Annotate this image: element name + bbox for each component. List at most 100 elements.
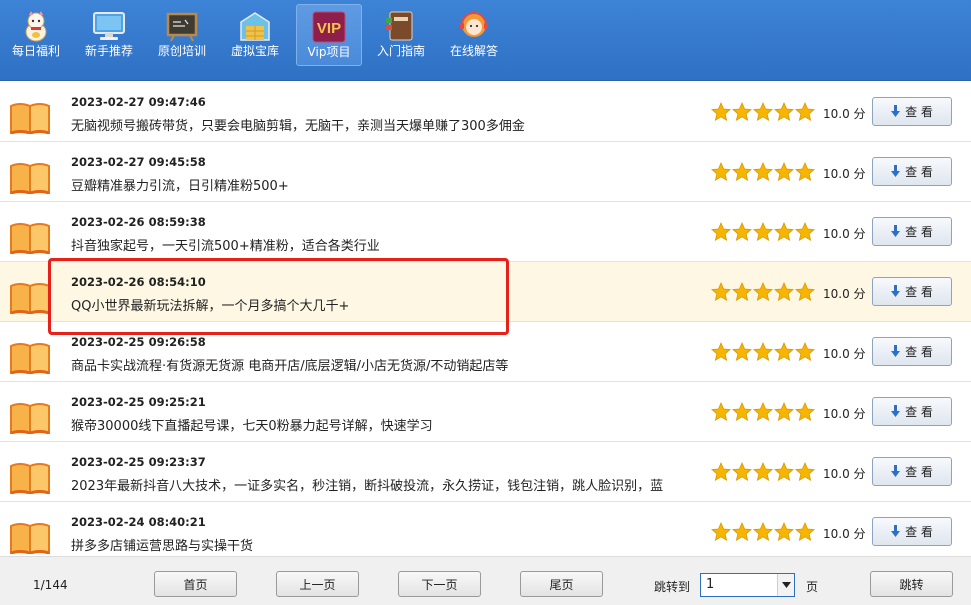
dropdown-button[interactable] [777,574,794,596]
nav-item-beginner[interactable]: 新手推荐 [76,4,142,66]
nav-label: 每日福利 [11,44,60,58]
view-button[interactable]: 查 看 [872,457,952,486]
vip-icon: VIP [312,11,346,43]
star-icon [711,101,731,122]
star-icon [732,461,752,482]
star-icon [795,101,815,122]
nav-label: 新手推荐 [84,44,133,58]
jump-button[interactable]: 跳转 [870,571,953,597]
star-icon [774,401,794,422]
item-score: 10.0 分 [823,285,866,302]
nav-item-vip[interactable]: VIP Vip项目 [296,4,362,66]
view-button[interactable]: 查 看 [872,97,952,126]
star-icon [795,221,815,242]
book-icon [10,343,50,374]
view-button[interactable]: 查 看 [872,337,952,366]
view-button-label: 查 看 [905,225,933,239]
item-title[interactable]: 猴帝30000线下直播起号课，七天0粉暴力起号详解，快速学习 [71,415,703,434]
item-title[interactable]: 无脑视频号搬砖带货，只要会电脑剪辑，无脑干，亲测当天爆单赚了300多佣金 [71,115,703,134]
nav-item-training[interactable]: 原创培训 [149,4,215,66]
rating-stars [711,521,815,542]
rating-stars [711,221,815,242]
book-icon [10,223,50,254]
highlight-frame [48,258,509,335]
nav-item-guide[interactable]: 入门指南 [368,4,434,66]
download-arrow-icon [891,105,901,117]
first-page-button[interactable]: 首页 [154,571,237,597]
list-item[interactable]: 2023-02-26 08:59:38 抖音独家起号，一天引流500+精准粉，适合… [0,202,971,262]
star-icon [732,401,752,422]
chevron-down-icon [782,582,791,588]
item-title[interactable]: 2023年最新抖音八大技术，一证多实名，秒注销，断抖破投流，永久捞证，钱包注销，… [71,475,703,494]
star-icon [711,161,731,182]
download-arrow-icon [891,465,901,477]
view-button[interactable]: 查 看 [872,397,952,426]
star-icon [795,401,815,422]
star-icon [753,521,773,542]
nav-label: 入门指南 [376,44,425,58]
list-item[interactable]: 2023-02-27 09:45:58 豆瓣精准暴力引流，日引精准粉500+ 10.… [0,142,971,202]
star-icon [732,281,752,302]
item-timestamp: 2023-02-27 09:47:46 [71,95,206,109]
view-button-label: 查 看 [905,525,933,539]
star-icon [774,281,794,302]
page-select[interactable]: 1 [700,573,795,597]
star-icon [732,101,752,122]
star-icon [732,161,752,182]
score-value: 10.0 [823,347,850,361]
nav-item-online-support[interactable]: 在线解答 [441,4,507,66]
page-indicator: 1/144 [33,578,68,592]
list-item[interactable]: 2023-02-25 09:23:37 2023年最新抖音八大技术，一证多实名，秒… [0,442,971,502]
view-button[interactable]: 查 看 [872,157,952,186]
score-unit: 分 [853,527,866,541]
list-item[interactable]: 2023-02-24 08:40:21 拼多多店铺运营思路与实操干货 10.0 分 查… [0,502,971,556]
score-value: 10.0 [823,287,850,301]
score-unit: 分 [853,167,866,181]
next-page-button[interactable]: 下一页 [398,571,481,597]
score-unit: 分 [853,287,866,301]
star-icon [732,341,752,362]
download-arrow-icon [891,405,901,417]
star-icon [732,521,752,542]
rating-stars [711,461,815,482]
view-button-label: 查 看 [905,405,933,419]
nav-item-daily-welfare[interactable]: 每日福利 [3,4,69,66]
download-arrow-icon [891,345,901,357]
item-title[interactable]: 商品卡实战流程·有货源无货源 电商开店/底层逻辑/小店无货源/不动销起店等 [71,355,703,374]
star-icon [795,521,815,542]
nav-item-virtual-treasury[interactable]: 虚拟宝库 [222,4,288,66]
star-icon [774,461,794,482]
app-window: 每日福利 新手推荐 原创培训 虚拟宝库 VIP Vip项目 入门指南 在线解答 … [0,0,971,605]
view-button[interactable]: 查 看 [872,217,952,246]
item-title[interactable]: 抖音独家起号，一天引流500+精准粉，适合各类行业 [71,235,703,254]
star-icon [753,161,773,182]
blackboard-icon [166,12,198,42]
item-timestamp: 2023-02-25 09:23:37 [71,455,206,469]
list-item[interactable]: 2023-02-27 09:47:46 无脑视频号搬砖带货，只要会电脑剪辑，无脑干… [0,82,971,142]
prev-page-button[interactable]: 上一页 [276,571,359,597]
star-icon [795,461,815,482]
download-arrow-icon [891,225,901,237]
download-arrow-icon [891,525,901,537]
score-value: 10.0 [823,467,850,481]
last-page-button[interactable]: 尾页 [520,571,603,597]
nav-label: 原创培训 [157,44,206,58]
view-button[interactable]: 查 看 [872,517,952,546]
support-agent-icon [460,12,488,37]
item-title[interactable]: 拼多多店铺运营思路与实操干货 [71,535,703,554]
nav-label: 在线解答 [449,44,498,58]
star-icon [711,461,731,482]
item-title[interactable]: 豆瓣精准暴力引流，日引精准粉500+ [71,175,703,194]
book-icon [10,463,50,494]
view-button-label: 查 看 [905,105,933,119]
book-icon [10,283,50,314]
score-unit: 分 [853,407,866,421]
view-button[interactable]: 查 看 [872,277,952,306]
list-item[interactable]: 2023-02-25 09:25:21 猴帝30000线下直播起号课，七天0粉暴力… [0,382,971,442]
item-score: 10.0 分 [823,465,866,482]
book-icon [10,523,50,554]
page-select-value: 1 [706,577,715,592]
item-score: 10.0 分 [823,405,866,422]
item-score: 10.0 分 [823,165,866,182]
star-icon [711,341,731,362]
